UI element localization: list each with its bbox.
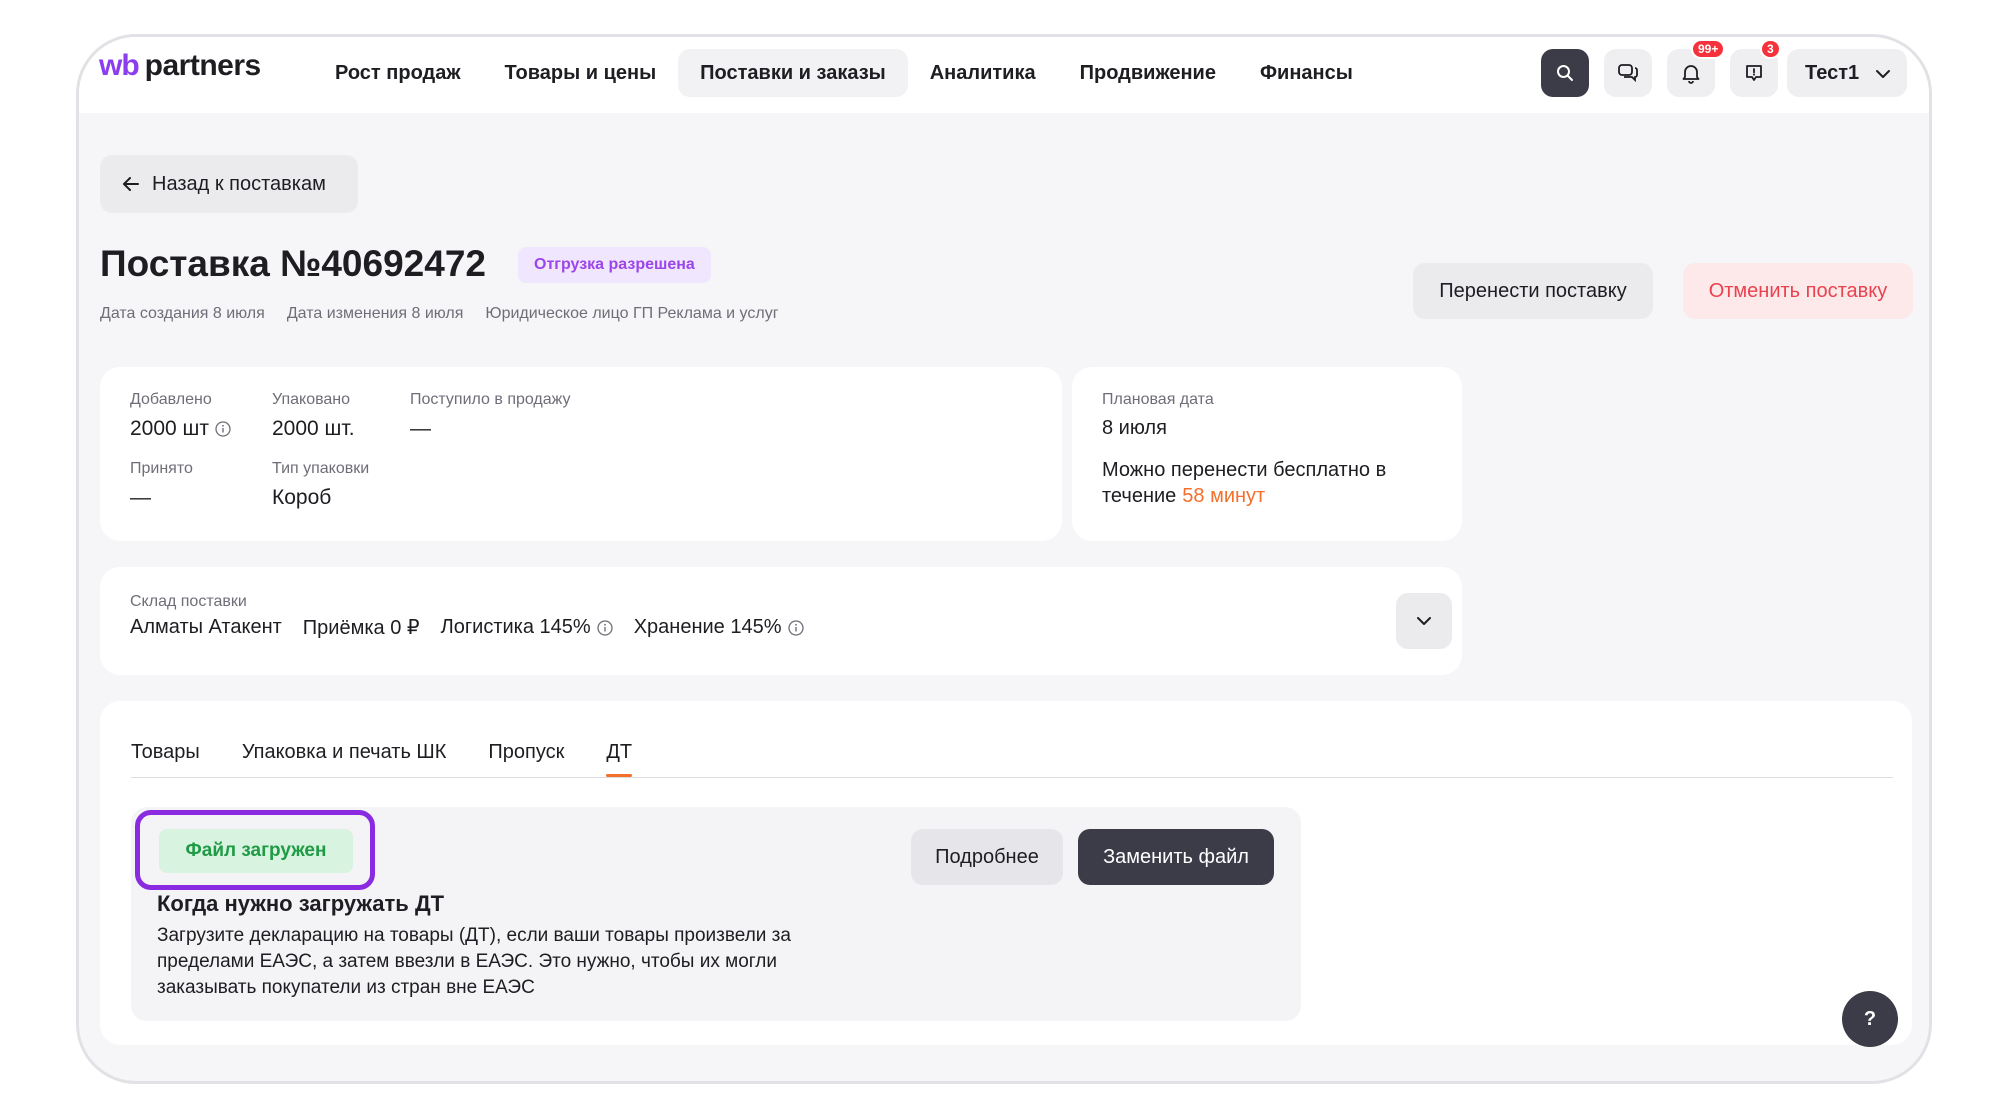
on-sale-label: Поступило в продажу bbox=[410, 391, 571, 408]
top-header: wb partners Рост продаж Товары и цены По… bbox=[79, 37, 1929, 113]
logo-partners: partners bbox=[144, 49, 262, 82]
logistics-text: Логистика 145% bbox=[440, 616, 591, 638]
move-supply-button[interactable]: Перенести поставку bbox=[1413, 263, 1653, 319]
highlight-frame bbox=[135, 810, 375, 890]
notifications-badge: 99+ bbox=[1691, 39, 1726, 59]
dt-heading: Когда нужно загружать ДТ bbox=[157, 891, 445, 916]
logistics-coef: Логистика 145% bbox=[441, 616, 613, 639]
wb-partners-logo[interactable]: wb partners bbox=[99, 49, 261, 93]
supply-meta: Дата создания 8 июля Дата изменения 8 ию… bbox=[100, 305, 779, 323]
notifications-button[interactable]: 99+ bbox=[1667, 39, 1726, 97]
nav-item-products-prices[interactable]: Товары и цены bbox=[483, 49, 679, 97]
tab-products[interactable]: Товары bbox=[131, 727, 200, 777]
accepted-value: — bbox=[130, 486, 151, 509]
tabs-divider bbox=[131, 777, 1893, 778]
user-name: Тест1 bbox=[1805, 61, 1860, 84]
info-icon[interactable] bbox=[787, 619, 804, 636]
warehouse-card: Склад поставки Алматы Атакент Приёмка 0 … bbox=[100, 567, 1462, 675]
search-button[interactable] bbox=[1541, 49, 1589, 97]
chat-button[interactable] bbox=[1604, 49, 1652, 97]
created-date: Дата создания 8 июля bbox=[100, 305, 265, 322]
move-free-time: течение 58 минут bbox=[1102, 485, 1265, 508]
plan-date-card: Плановая дата 8 июля Можно перенести бес… bbox=[1072, 367, 1462, 541]
tab-pass[interactable]: Пропуск bbox=[488, 727, 564, 777]
added-value-text: 2000 шт bbox=[130, 417, 210, 440]
bell-icon bbox=[1682, 65, 1700, 84]
status-badge: Отгрузка разрешена bbox=[518, 247, 711, 283]
nav-item-analytics[interactable]: Аналитика bbox=[908, 49, 1058, 97]
app-window: wb partners Рост продаж Товары и цены По… bbox=[76, 34, 1932, 1084]
cancel-supply-button[interactable]: Отменить поставку bbox=[1683, 263, 1913, 319]
packed-value: 2000 шт. bbox=[272, 417, 355, 440]
replace-file-button[interactable]: Заменить файл bbox=[1078, 829, 1274, 885]
feedback-icon bbox=[1746, 65, 1762, 81]
logo-wb: wb bbox=[99, 49, 140, 82]
move-free-text-2: течение bbox=[1102, 485, 1177, 507]
accepted-label: Принято bbox=[130, 460, 193, 477]
help-button[interactable]: ? bbox=[1842, 991, 1898, 1047]
nav-item-finance[interactable]: Финансы bbox=[1238, 49, 1375, 97]
nav-item-supplies-orders[interactable]: Поставки и заказы bbox=[678, 49, 908, 97]
tab-packing-barcodes[interactable]: Упаковка и печать ШК bbox=[242, 727, 447, 777]
nav-item-sales-growth[interactable]: Рост продаж bbox=[313, 49, 483, 97]
storage-text: Хранение 145% bbox=[633, 616, 782, 638]
plan-date-label: Плановая дата bbox=[1102, 391, 1214, 408]
back-to-supplies-button[interactable]: Назад к поставкам bbox=[100, 155, 358, 213]
modified-date: Дата изменения 8 июля bbox=[286, 305, 464, 322]
acceptance-cost: Приёмка 0 ₽ bbox=[302, 617, 420, 639]
tab-bar: Товары Упаковка и печать ШК Пропуск ДТ bbox=[131, 727, 632, 777]
plan-date-value: 8 июля bbox=[1102, 417, 1167, 439]
main-nav: Рост продаж Товары и цены Поставки и зак… bbox=[313, 49, 1375, 97]
chat-icon bbox=[1618, 64, 1638, 83]
warehouse-row: Алматы Атакент Приёмка 0 ₽ Логистика 145… bbox=[130, 615, 804, 640]
storage-coef: Хранение 145% bbox=[634, 616, 804, 639]
warehouse-label: Склад поставки bbox=[130, 593, 247, 610]
dt-panel: Файл загружен Когда нужно загружать ДТ З… bbox=[131, 807, 1301, 1021]
arrow-left-icon bbox=[123, 177, 139, 191]
nav-item-promotion[interactable]: Продвижение bbox=[1058, 49, 1238, 97]
chevron-down-icon bbox=[1417, 617, 1431, 625]
more-info-button[interactable]: Подробнее bbox=[911, 829, 1063, 885]
added-value: 2000 шт bbox=[130, 417, 231, 441]
on-sale-value: — bbox=[410, 417, 431, 440]
search-icon bbox=[1557, 65, 1573, 81]
back-label: Назад к поставкам bbox=[152, 172, 326, 195]
info-icon[interactable] bbox=[597, 619, 613, 636]
page-title: Поставка №40692472 bbox=[100, 243, 486, 284]
tab-dt[interactable]: ДТ bbox=[606, 727, 632, 777]
user-menu-button[interactable]: Тест1 bbox=[1787, 49, 1907, 97]
info-icon[interactable] bbox=[215, 421, 231, 437]
added-label: Добавлено bbox=[130, 391, 212, 408]
dt-description: Загрузите декларацию на товары (ДТ), есл… bbox=[157, 925, 791, 998]
expand-warehouse-button[interactable] bbox=[1396, 593, 1452, 649]
warehouse-name: Алматы Атакент bbox=[130, 616, 282, 638]
pack-type-value: Короб bbox=[272, 486, 332, 509]
stats-card: Добавлено 2000 шт Упаковано 2000 шт. Пос… bbox=[100, 367, 1062, 541]
feedback-button[interactable]: 3 bbox=[1730, 39, 1781, 97]
packed-label: Упаковано bbox=[272, 391, 351, 408]
chevron-down-icon bbox=[1876, 70, 1890, 78]
pack-type-label: Тип упаковки bbox=[272, 460, 370, 477]
legal-entity: Юридическое лицо ГП Реклама и услуг bbox=[485, 305, 779, 322]
move-free-text: Можно перенести бесплатно в bbox=[1102, 459, 1387, 481]
feedback-badge: 3 bbox=[1760, 39, 1781, 59]
move-time-remaining: 58 минут bbox=[1182, 485, 1266, 507]
tabs-card: Товары Упаковка и печать ШК Пропуск ДТ Ф… bbox=[100, 701, 1912, 1045]
